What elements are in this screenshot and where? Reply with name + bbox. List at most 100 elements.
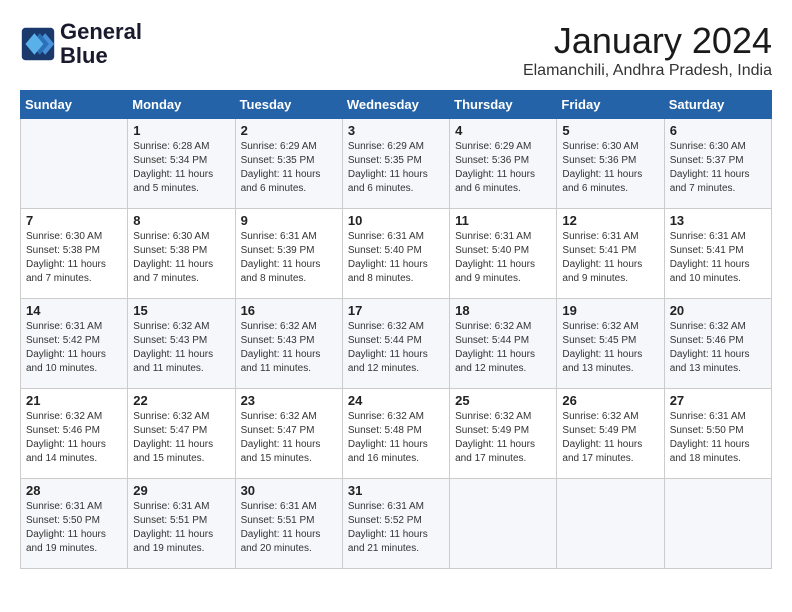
day-number: 5 (562, 123, 658, 138)
day-number: 2 (241, 123, 337, 138)
cell-info: Sunrise: 6:30 AMSunset: 5:37 PMDaylight:… (670, 140, 766, 196)
cell-info: Sunrise: 6:32 AMSunset: 5:48 PMDaylight:… (348, 410, 444, 466)
calendar-cell: 2 Sunrise: 6:29 AMSunset: 5:35 PMDaylight… (235, 119, 342, 209)
calendar-cell: 11 Sunrise: 6:31 AMSunset: 5:40 PMDayligh… (450, 209, 557, 299)
calendar-cell: 1 Sunrise: 6:28 AMSunset: 5:34 PMDaylight… (128, 119, 235, 209)
calendar-cell (557, 479, 664, 569)
day-number: 9 (241, 213, 337, 228)
cell-info: Sunrise: 6:31 AMSunset: 5:50 PMDaylight:… (26, 500, 122, 556)
calendar-cell: 9 Sunrise: 6:31 AMSunset: 5:39 PMDaylight… (235, 209, 342, 299)
cell-info: Sunrise: 6:31 AMSunset: 5:40 PMDaylight:… (455, 230, 551, 286)
cell-info: Sunrise: 6:30 AMSunset: 5:36 PMDaylight:… (562, 140, 658, 196)
cell-info: Sunrise: 6:32 AMSunset: 5:43 PMDaylight:… (241, 320, 337, 376)
calendar-cell (21, 119, 128, 209)
cell-info: Sunrise: 6:32 AMSunset: 5:47 PMDaylight:… (133, 410, 229, 466)
day-number: 30 (241, 483, 337, 498)
calendar-cell: 10 Sunrise: 6:31 AMSunset: 5:40 PMDayligh… (342, 209, 449, 299)
day-number: 24 (348, 393, 444, 408)
day-number: 4 (455, 123, 551, 138)
title-block: January 2024 Elamanchili, Andhra Pradesh… (523, 20, 772, 80)
calendar-cell: 30 Sunrise: 6:31 AMSunset: 5:51 PMDayligh… (235, 479, 342, 569)
day-number: 29 (133, 483, 229, 498)
calendar-cell: 13 Sunrise: 6:31 AMSunset: 5:41 PMDayligh… (664, 209, 771, 299)
cell-info: Sunrise: 6:32 AMSunset: 5:45 PMDaylight:… (562, 320, 658, 376)
cell-info: Sunrise: 6:29 AMSunset: 5:36 PMDaylight:… (455, 140, 551, 196)
day-header-friday: Friday (557, 91, 664, 119)
location: Elamanchili, Andhra Pradesh, India (523, 62, 772, 80)
cell-info: Sunrise: 6:32 AMSunset: 5:43 PMDaylight:… (133, 320, 229, 376)
day-number: 19 (562, 303, 658, 318)
cell-info: Sunrise: 6:32 AMSunset: 5:46 PMDaylight:… (26, 410, 122, 466)
month-title: January 2024 (523, 20, 772, 62)
cell-info: Sunrise: 6:31 AMSunset: 5:51 PMDaylight:… (241, 500, 337, 556)
calendar-cell: 20Sunrise: 6:32 AMSunset: 5:46 PMDayligh… (664, 299, 771, 389)
calendar-cell: 23Sunrise: 6:32 AMSunset: 5:47 PMDayligh… (235, 389, 342, 479)
day-number: 8 (133, 213, 229, 228)
day-number: 31 (348, 483, 444, 498)
calendar-cell: 5 Sunrise: 6:30 AMSunset: 5:36 PMDaylight… (557, 119, 664, 209)
day-number: 10 (348, 213, 444, 228)
calendar-cell (664, 479, 771, 569)
cell-info: Sunrise: 6:31 AMSunset: 5:52 PMDaylight:… (348, 500, 444, 556)
day-number: 12 (562, 213, 658, 228)
day-number: 23 (241, 393, 337, 408)
cell-info: Sunrise: 6:30 AMSunset: 5:38 PMDaylight:… (26, 230, 122, 286)
cell-info: Sunrise: 6:31 AMSunset: 5:50 PMDaylight:… (670, 410, 766, 466)
calendar-week-row: 21 Sunrise: 6:32 AMSunset: 5:46 PMDayligh… (21, 389, 772, 479)
day-number: 28 (26, 483, 122, 498)
day-number: 1 (133, 123, 229, 138)
cell-info: Sunrise: 6:29 AMSunset: 5:35 PMDaylight:… (241, 140, 337, 196)
cell-info: Sunrise: 6:31 AMSunset: 5:41 PMDaylight:… (670, 230, 766, 286)
cell-info: Sunrise: 6:31 AMSunset: 5:51 PMDaylight:… (133, 500, 229, 556)
calendar-cell: 28 Sunrise: 6:31 AMSunset: 5:50 PMDayligh… (21, 479, 128, 569)
calendar-cell (450, 479, 557, 569)
day-header-monday: Monday (128, 91, 235, 119)
calendar-cell: 31 Sunrise: 6:31 AMSunset: 5:52 PMDayligh… (342, 479, 449, 569)
calendar-cell: 15Sunrise: 6:32 AMSunset: 5:43 PMDayligh… (128, 299, 235, 389)
calendar-cell: 18 Sunrise: 6:32 AMSunset: 5:44 PMDayligh… (450, 299, 557, 389)
calendar-week-row: 28 Sunrise: 6:31 AMSunset: 5:50 PMDayligh… (21, 479, 772, 569)
calendar-cell: 26Sunrise: 6:32 AMSunset: 5:49 PMDayligh… (557, 389, 664, 479)
day-header-saturday: Saturday (664, 91, 771, 119)
page-header: General Blue January 2024 Elamanchili, A… (20, 20, 772, 80)
calendar-cell: 17Sunrise: 6:32 AMSunset: 5:44 PMDayligh… (342, 299, 449, 389)
cell-info: Sunrise: 6:32 AMSunset: 5:44 PMDaylight:… (455, 320, 551, 376)
day-number: 22 (133, 393, 229, 408)
day-header-thursday: Thursday (450, 91, 557, 119)
calendar-cell: 8 Sunrise: 6:30 AMSunset: 5:38 PMDaylight… (128, 209, 235, 299)
calendar-week-row: 14Sunrise: 6:31 AMSunset: 5:42 PMDayligh… (21, 299, 772, 389)
calendar-cell: 14Sunrise: 6:31 AMSunset: 5:42 PMDayligh… (21, 299, 128, 389)
day-number: 21 (26, 393, 122, 408)
calendar-cell: 22 Sunrise: 6:32 AMSunset: 5:47 PMDayligh… (128, 389, 235, 479)
day-number: 7 (26, 213, 122, 228)
cell-info: Sunrise: 6:31 AMSunset: 5:40 PMDaylight:… (348, 230, 444, 286)
cell-info: Sunrise: 6:32 AMSunset: 5:46 PMDaylight:… (670, 320, 766, 376)
calendar-cell: 25Sunrise: 6:32 AMSunset: 5:49 PMDayligh… (450, 389, 557, 479)
logo-text: General Blue (60, 20, 142, 68)
day-number: 18 (455, 303, 551, 318)
cell-info: Sunrise: 6:32 AMSunset: 5:49 PMDaylight:… (455, 410, 551, 466)
calendar-cell: 27 Sunrise: 6:31 AMSunset: 5:50 PMDayligh… (664, 389, 771, 479)
cell-info: Sunrise: 6:31 AMSunset: 5:39 PMDaylight:… (241, 230, 337, 286)
logo: General Blue (20, 20, 142, 68)
cell-info: Sunrise: 6:31 AMSunset: 5:42 PMDaylight:… (26, 320, 122, 376)
cell-info: Sunrise: 6:28 AMSunset: 5:34 PMDaylight:… (133, 140, 229, 196)
day-number: 27 (670, 393, 766, 408)
calendar-cell: 16 Sunrise: 6:32 AMSunset: 5:43 PMDayligh… (235, 299, 342, 389)
calendar-cell: 21 Sunrise: 6:32 AMSunset: 5:46 PMDayligh… (21, 389, 128, 479)
cell-info: Sunrise: 6:31 AMSunset: 5:41 PMDaylight:… (562, 230, 658, 286)
calendar-cell: 7 Sunrise: 6:30 AMSunset: 5:38 PMDaylight… (21, 209, 128, 299)
day-number: 11 (455, 213, 551, 228)
calendar-cell: 4 Sunrise: 6:29 AMSunset: 5:36 PMDaylight… (450, 119, 557, 209)
calendar-week-row: 7 Sunrise: 6:30 AMSunset: 5:38 PMDaylight… (21, 209, 772, 299)
cell-info: Sunrise: 6:30 AMSunset: 5:38 PMDaylight:… (133, 230, 229, 286)
calendar-cell: 6 Sunrise: 6:30 AMSunset: 5:37 PMDaylight… (664, 119, 771, 209)
day-number: 6 (670, 123, 766, 138)
day-number: 16 (241, 303, 337, 318)
day-number: 3 (348, 123, 444, 138)
day-number: 13 (670, 213, 766, 228)
cell-info: Sunrise: 6:29 AMSunset: 5:35 PMDaylight:… (348, 140, 444, 196)
day-header-wednesday: Wednesday (342, 91, 449, 119)
logo-icon (20, 26, 56, 62)
cell-info: Sunrise: 6:32 AMSunset: 5:44 PMDaylight:… (348, 320, 444, 376)
